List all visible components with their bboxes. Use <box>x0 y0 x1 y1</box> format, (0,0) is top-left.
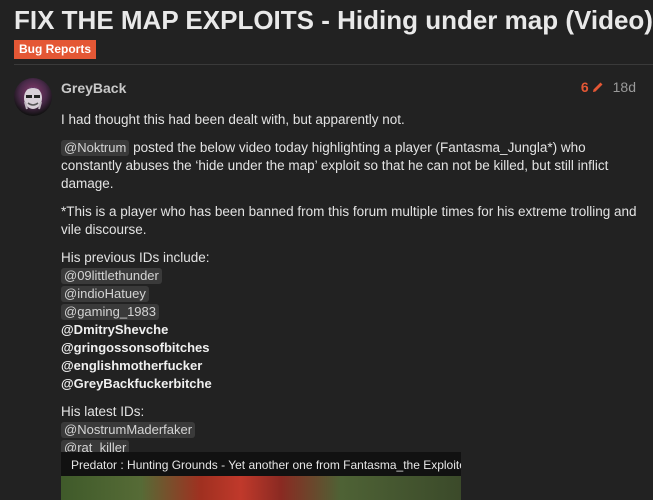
user-mention[interactable]: @09littlethunder <box>61 268 162 284</box>
post-age[interactable]: 18d <box>613 79 636 95</box>
list-item: @indioHatuey <box>61 285 641 303</box>
video-thumbnail[interactable] <box>61 476 461 500</box>
category-badge[interactable]: Bug Reports <box>14 40 96 59</box>
topic-page: FIX THE MAP EXPLOITS - Hiding under map … <box>0 0 653 500</box>
latest-ids-list: His latest IDs: @NostrumMaderfaker @rat_… <box>61 403 641 457</box>
plain-mention: @englishmotherfucker <box>61 358 203 373</box>
plain-mention: @GreyBackfuckerbitche <box>61 376 212 391</box>
post-paragraph: @Noktrum posted the below video today hi… <box>61 139 641 193</box>
list-item: @09littlethunder <box>61 267 641 285</box>
user-mention[interactable]: @indioHatuey <box>61 286 149 302</box>
topic-title: FIX THE MAP EXPLOITS - Hiding under map … <box>14 5 653 36</box>
list-item: @gaming_1983 <box>61 303 641 321</box>
post-meta: 6 18d <box>581 79 636 95</box>
video-title[interactable]: Predator : Hunting Grounds - Yet another… <box>71 458 461 472</box>
list-item: @DmitryShevche <box>61 321 641 339</box>
plain-mention: @DmitryShevche <box>61 322 169 337</box>
video-embed[interactable]: Predator : Hunting Grounds - Yet another… <box>61 452 461 500</box>
list-item: @NostrumMaderfaker <box>61 421 641 439</box>
edit-count[interactable]: 6 <box>581 79 589 95</box>
user-mention[interactable]: @Noktrum <box>61 140 130 156</box>
list-item: @GreyBackfuckerbitche <box>61 375 641 393</box>
topic-title-text: FIX THE MAP EXPLOITS - Hiding under map … <box>14 5 653 35</box>
list-label: His previous IDs include: <box>61 250 210 265</box>
post-paragraph: I had thought this had been dealt with, … <box>61 112 405 127</box>
list-label: His latest IDs: <box>61 404 145 419</box>
pencil-icon[interactable] <box>591 80 605 94</box>
post-body: I had thought this had been dealt with, … <box>61 111 641 467</box>
post-paragraph: *This is a player who has been banned fr… <box>61 204 637 237</box>
plain-mention: @gringossonsofbitches <box>61 340 210 355</box>
divider <box>14 64 653 65</box>
avatar[interactable] <box>14 78 52 116</box>
username[interactable]: GreyBack <box>61 80 126 96</box>
user-mention[interactable]: @NostrumMaderfaker <box>61 422 196 438</box>
list-item: @englishmotherfucker <box>61 357 641 375</box>
post-text: posted the below video today highlightin… <box>61 140 609 191</box>
previous-ids-list: His previous IDs include: @09littlethund… <box>61 249 641 393</box>
list-item: @gringossonsofbitches <box>61 339 641 357</box>
user-mention[interactable]: @gaming_1983 <box>61 304 159 320</box>
